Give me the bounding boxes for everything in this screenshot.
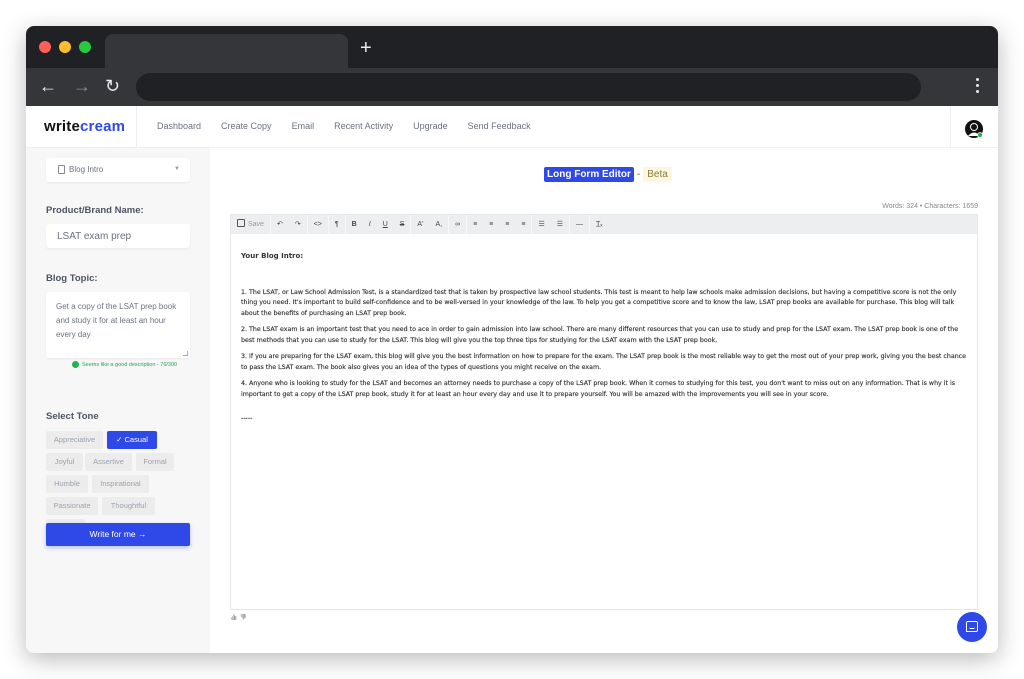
link-icon[interactable]: ∞ [449,215,466,234]
horizontal-rule-icon[interactable]: — [570,215,589,234]
description-hint: Seems like a good description - 76/300 [72,361,177,368]
chat-support-button[interactable] [957,612,987,642]
content-paragraph: 2. The LSAT exam is an important test th… [241,326,959,344]
thumbs-down-icon[interactable]: 👎 [239,615,246,621]
nav-send-feedback[interactable]: Send Feedback [468,121,531,131]
write-for-me-button[interactable]: Write for me → [46,523,190,546]
document-icon [58,165,65,174]
editor-toolbar: Save ↶ ↷ <> ¶ B I U S A' A, ∞ ≡ ≡ ≡ ≡ ☰ … [231,215,977,234]
save-button[interactable]: Save [231,215,270,234]
beta-badge: Beta [643,167,672,182]
browser-window: + ← → ↻ writecream Dashboard Create Copy… [26,26,998,653]
editor-title-label: Long Form Editor [544,167,634,182]
content-paragraph: 1. The LSAT, or Law School Admission Tes… [241,288,957,317]
tone-casual[interactable]: ✓ Casual [107,431,157,449]
logo-text-cream: cream [80,118,126,135]
app-header: writecream Dashboard Create Copy Email R… [26,106,998,148]
close-window-button[interactable] [39,41,51,53]
tone-passionate[interactable]: Passionate [46,497,98,515]
nav-upgrade[interactable]: Upgrade [413,121,448,131]
product-label: Product/Brand Name: [46,205,144,216]
bold-icon[interactable]: B [346,215,363,234]
save-label: Save [248,221,264,228]
content-paragraph: 3. If you are preparing for the LSAT exa… [241,353,967,371]
user-avatar-icon[interactable] [964,119,984,139]
thumbs-up-icon[interactable]: 👍 [230,615,237,621]
editor-content[interactable]: Your Blog Intro: 1. The LSAT, or Law Sch… [241,251,969,431]
word-character-count: Words: 324 • Characters: 1659 [882,203,978,210]
rich-text-editor[interactable]: Save ↶ ↷ <> ¶ B I U S A' A, ∞ ≡ ≡ ≡ ≡ ☰ … [230,214,978,610]
content-separator: ----- [241,415,253,422]
new-tab-button[interactable]: + [360,38,372,58]
nav-dashboard[interactable]: Dashboard [157,121,201,131]
blog-topic-text: Get a copy of the LSAT prep book and stu… [56,302,177,339]
success-dot-icon [72,361,79,368]
nav-email[interactable]: Email [292,121,315,131]
blog-topic-textarea[interactable]: Get a copy of the LSAT prep book and stu… [46,292,190,358]
bullet-list-icon[interactable]: ☰ [532,215,550,234]
paragraph-format-icon[interactable]: ¶ [329,215,345,234]
browser-menu-icon[interactable] [976,78,980,96]
logo-text-write: write [44,118,81,135]
save-icon [237,219,245,227]
sidebar: Blog Intro ▼ Product/Brand Name: LSAT ex… [26,148,210,653]
tone-label: Select Tone [46,411,99,422]
hint-text: Seems like a good description - 76/300 [82,361,178,368]
undo-icon[interactable]: ↶ [271,215,289,234]
justify-icon[interactable]: ≡ [515,215,531,234]
italic-icon[interactable]: I [363,215,377,234]
numbered-list-icon[interactable]: ☰ [551,215,569,234]
resize-handle[interactable] [183,351,188,356]
tab-bar: + [26,26,998,68]
topic-label: Blog Topic: [46,273,98,284]
redo-icon[interactable]: ↷ [289,215,307,234]
strikethrough-icon[interactable]: S [394,215,411,234]
nav-recent-activity[interactable]: Recent Activity [334,121,393,131]
feedback-controls: 👍 👎 [230,614,247,621]
nav-create-copy[interactable]: Create Copy [221,121,272,131]
editor-title: Long Form Editor - Beta [544,167,672,182]
tone-joyful[interactable]: Joyful [46,453,83,471]
divider [950,106,951,148]
maximize-window-button[interactable] [79,41,91,53]
align-left-icon[interactable]: ≡ [467,215,483,234]
address-bar[interactable] [136,73,921,101]
align-right-icon[interactable]: ≡ [499,215,515,234]
content-paragraph: 4. Anyone who is looking to study for th… [241,380,956,398]
browser-tab[interactable] [105,34,348,68]
back-icon[interactable]: ← [39,76,57,96]
code-view-icon[interactable]: <> [308,215,328,234]
subscript-icon[interactable]: A, [429,215,448,234]
template-select[interactable]: Blog Intro ▼ [46,158,190,182]
tone-humble[interactable]: Humble [46,475,88,493]
main-nav: Dashboard Create Copy Email Recent Activ… [157,121,531,131]
underline-icon[interactable]: U [377,215,394,234]
tone-inspirational[interactable]: Inspirational [92,475,149,493]
reload-icon[interactable]: ↻ [105,76,120,96]
align-center-icon[interactable]: ≡ [483,215,499,234]
tone-appreciative[interactable]: Appreciative [46,431,103,449]
superscript-icon[interactable]: A' [411,215,429,234]
content-heading: Your Blog Intro: [241,252,304,260]
tone-thoughtful[interactable]: Thoughtful [102,497,155,515]
tone-assertive[interactable]: Assertive [85,453,132,471]
tone-formal[interactable]: Formal [136,453,174,471]
writecream-logo[interactable]: writecream [44,118,125,135]
chevron-down-icon: ▼ [174,166,180,172]
browser-toolbar: ← → ↻ [26,68,998,106]
title-dash: - [636,169,641,180]
forward-icon[interactable]: → [73,76,91,96]
clear-formatting-icon[interactable]: T̲ₓ [590,215,609,234]
template-select-value: Blog Intro [69,165,104,174]
divider [136,106,137,148]
editor-area: Long Form Editor - Beta Words: 324 • Cha… [210,148,998,653]
product-name-input[interactable]: LSAT exam prep [46,224,190,248]
minimize-window-button[interactable] [59,41,71,53]
